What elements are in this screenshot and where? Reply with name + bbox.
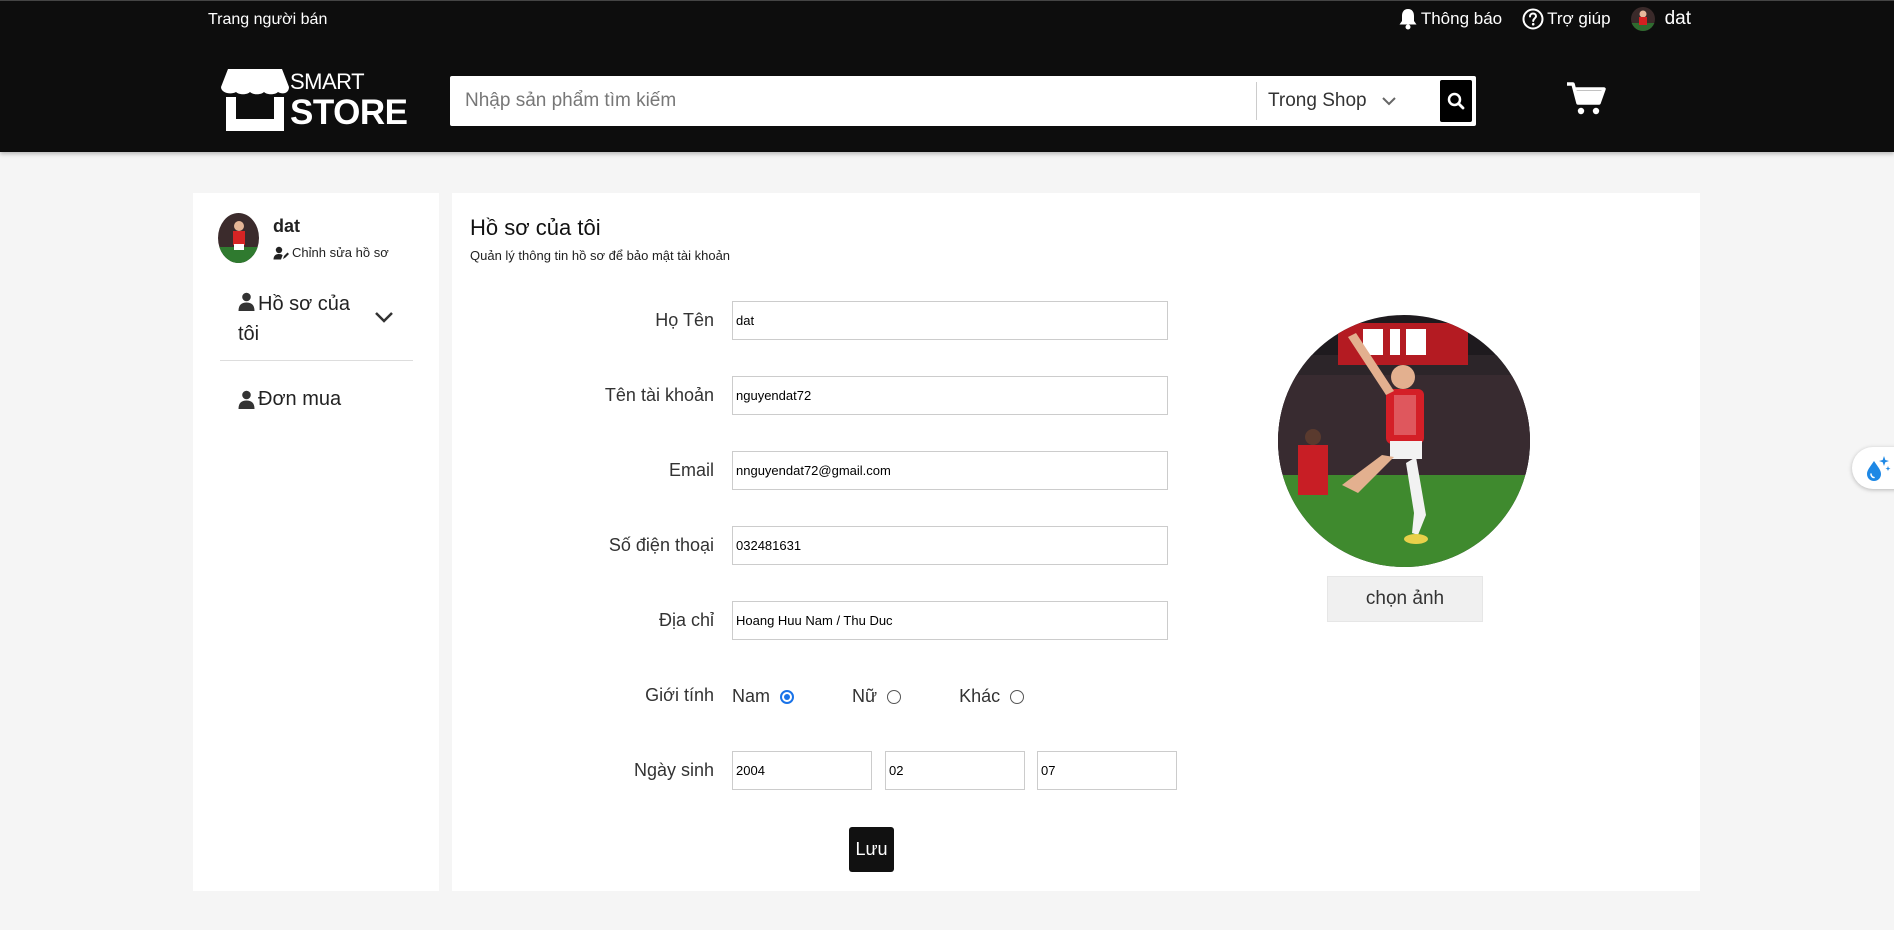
top-header: Trang người bán Thông báo Trợ giúp dat S… xyxy=(0,0,1894,152)
gender-option-label: Khác xyxy=(959,686,1001,706)
chevron-down-icon xyxy=(375,312,393,323)
help-label: Trợ giúp xyxy=(1547,9,1611,28)
birth-month-field[interactable] xyxy=(885,751,1025,790)
cart-button[interactable] xyxy=(1566,81,1606,122)
user-icon xyxy=(238,292,255,311)
page-subtitle: Quản lý thông tin hồ sơ để bảo mật tài k… xyxy=(470,248,731,263)
phone-label: Số điện thoại xyxy=(608,535,714,555)
store-icon xyxy=(221,69,289,131)
cart-icon xyxy=(1567,82,1606,115)
search-scope-select[interactable]: Trong Shop xyxy=(1268,76,1397,126)
gender-radio-nam[interactable] xyxy=(780,689,795,704)
floating-extension-button[interactable] xyxy=(1852,447,1894,489)
gender-option-label: Nữ xyxy=(852,686,878,706)
top-right-bar: Thông báo Trợ giúp dat xyxy=(1378,7,1691,31)
address-label: Địa chỉ xyxy=(658,610,714,630)
birth-day-field[interactable] xyxy=(1037,751,1177,790)
notifications-link[interactable]: Thông báo xyxy=(1398,8,1502,30)
profile-panel: Hồ sơ của tôi Quản lý thông tin hồ sơ để… xyxy=(452,193,1700,891)
full-name-field[interactable] xyxy=(732,301,1168,340)
smart-store-logo[interactable]: SMART STORE xyxy=(220,67,408,133)
full-name-label: Họ Tên xyxy=(655,310,714,330)
search-bar: Trong Shop xyxy=(450,76,1476,126)
header-username: dat xyxy=(1664,8,1691,29)
username-label: Tên tài khoản xyxy=(604,385,714,405)
gender-radio-group: Nam Nữ Khác xyxy=(732,686,1025,707)
save-button[interactable]: Lưu xyxy=(849,827,894,872)
chevron-down-icon xyxy=(1381,97,1396,106)
help-link[interactable]: Trợ giúp xyxy=(1522,8,1611,30)
sidebar-item-orders[interactable]: Đơn mua xyxy=(238,388,341,411)
edit-profile-label: Chỉnh sửa hồ sơ xyxy=(292,245,389,260)
email-field[interactable] xyxy=(732,451,1168,490)
username-field[interactable] xyxy=(732,376,1168,415)
sidebar-username: dat xyxy=(273,216,300,236)
sidebar-item-label: Đơn mua xyxy=(258,388,342,410)
choose-image-button[interactable]: chọn ảnh xyxy=(1327,576,1483,622)
search-scope-label: Trong Shop xyxy=(1268,90,1367,111)
search-button[interactable] xyxy=(1440,80,1472,122)
profile-photo xyxy=(1278,315,1530,567)
birthday-label: Ngày sinh xyxy=(633,760,714,780)
address-field[interactable] xyxy=(732,601,1168,640)
gender-option-label: Nam xyxy=(732,686,771,706)
account-sidebar: dat Chỉnh sửa hồ sơ Hồ sơ của tôi Đơn mu… xyxy=(193,193,439,891)
gender-label: Giới tính xyxy=(645,685,714,705)
logo-text-smart: SMART xyxy=(290,69,365,94)
user-icon xyxy=(238,390,255,409)
edit-profile-link[interactable]: Chỉnh sửa hồ sơ xyxy=(273,245,389,260)
avatar xyxy=(1630,7,1655,31)
gender-radio-nu[interactable] xyxy=(887,689,902,704)
search-icon xyxy=(1447,92,1465,110)
user-menu[interactable]: dat xyxy=(1630,7,1691,31)
bell-icon xyxy=(1399,9,1417,30)
help-icon xyxy=(1522,8,1544,30)
sidebar-divider xyxy=(220,360,413,361)
email-label: Email xyxy=(668,460,714,480)
search-divider xyxy=(1256,82,1257,120)
phone-field[interactable] xyxy=(732,526,1168,565)
sidebar-avatar xyxy=(218,213,259,263)
water-drop-sparkle-icon xyxy=(1867,456,1891,481)
gender-radio-khac[interactable] xyxy=(1010,689,1025,704)
sidebar-item-my-profile[interactable]: Hồ sơ của tôi xyxy=(238,289,368,349)
sidebar-expand-toggle[interactable] xyxy=(374,310,394,328)
user-edit-icon xyxy=(273,246,289,259)
notifications-label: Thông báo xyxy=(1420,9,1503,28)
page-title: Hồ sơ của tôi xyxy=(470,215,601,240)
seller-center-link[interactable]: Trang người bán xyxy=(208,11,327,29)
birth-year-field[interactable] xyxy=(732,751,872,790)
logo-text-store: STORE xyxy=(290,93,408,132)
search-input[interactable] xyxy=(450,76,1256,126)
